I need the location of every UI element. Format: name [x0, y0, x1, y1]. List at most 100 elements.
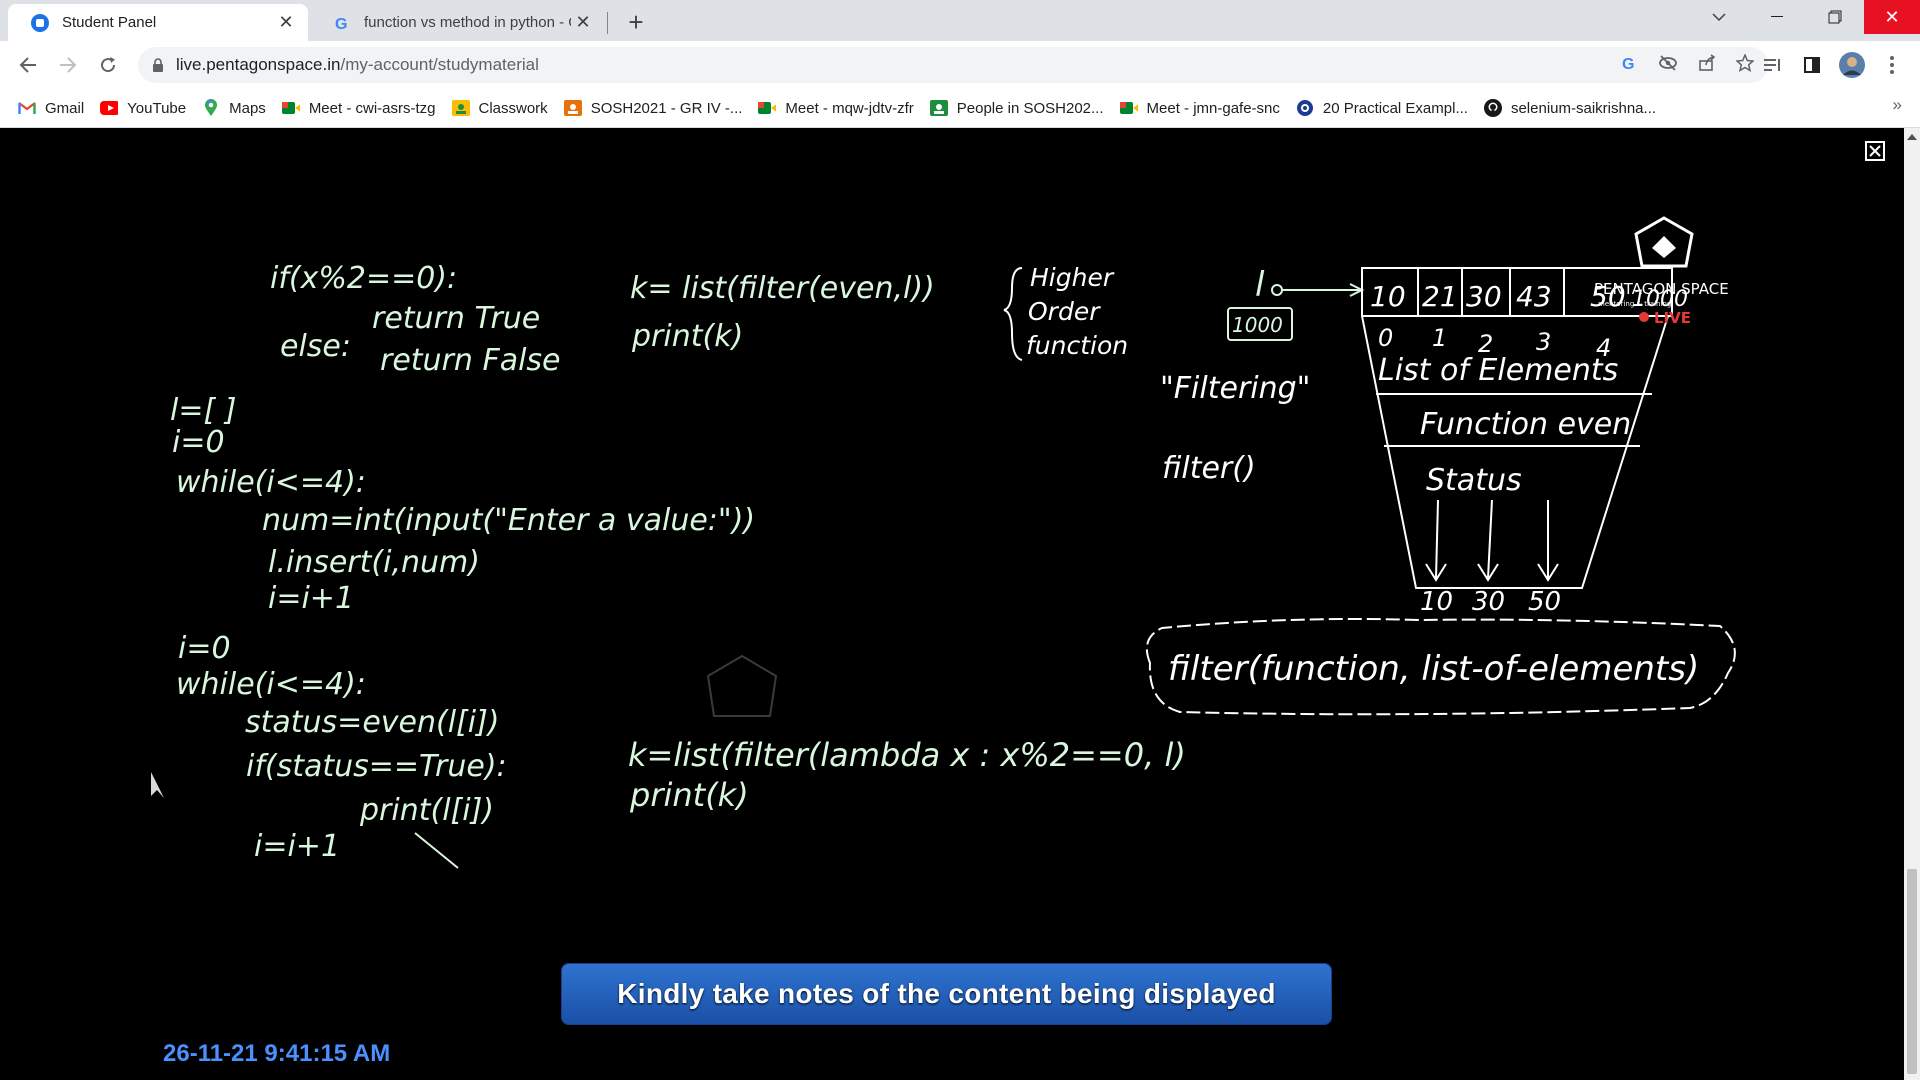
- code-line: l=[ ]: [170, 393, 236, 428]
- pentagon-space-logo: [1634, 216, 1694, 268]
- classroom-icon: [451, 99, 470, 117]
- notes-banner: Kindly take notes of the content being d…: [561, 963, 1332, 1025]
- scrollbar-thumb[interactable]: [1907, 869, 1917, 1074]
- mouse-pointer-icon: [151, 772, 164, 798]
- restore-button[interactable]: [1806, 0, 1864, 34]
- minimize-button[interactable]: [1748, 0, 1806, 34]
- bookmark-meet-1[interactable]: Meet - cwi-asrs-tzg: [274, 94, 444, 122]
- bookmark-practical-examples[interactable]: 20 Practical Exampl...: [1288, 94, 1476, 122]
- bookmark-label: 20 Practical Exampl...: [1322, 99, 1468, 117]
- tab-function-vs-method[interactable]: G function vs method in python - G ✕: [310, 4, 605, 41]
- filter-syntax: filter(function, list-of-elements): [1168, 649, 1699, 689]
- bookmark-youtube[interactable]: YouTube: [92, 94, 194, 122]
- bookmarks-bar: Gmail YouTube Maps Meet - cwi-asrs-tzg C…: [0, 89, 1920, 128]
- google-favicon-icon: G: [332, 13, 352, 33]
- share-icon[interactable]: [1698, 53, 1716, 77]
- array-value: 10: [1370, 280, 1406, 313]
- funnel-row: Function even: [1420, 407, 1631, 442]
- classroom-icon: [929, 99, 948, 117]
- code-line: i=i+1: [254, 829, 340, 864]
- meet-icon: [281, 99, 300, 117]
- bookmark-sosh2021[interactable]: SOSH2021 - GR IV -...: [556, 94, 751, 122]
- watermark-logo: [706, 654, 778, 717]
- eye-slash-icon[interactable]: [1658, 54, 1678, 76]
- svg-text:G: G: [335, 16, 347, 32]
- bookmark-label: YouTube: [127, 99, 187, 117]
- bookmark-meet-3[interactable]: Meet - jmn-gafe-snc: [1112, 94, 1288, 122]
- lock-icon[interactable]: [152, 57, 164, 73]
- code-line: status=even(l[i]): [245, 705, 500, 740]
- close-window-button[interactable]: ✕: [1864, 0, 1920, 34]
- code-line: return True: [372, 301, 540, 336]
- output-value: 30: [1472, 587, 1505, 617]
- url-text: live.pentagonspace.in/my-account/studyma…: [176, 55, 539, 75]
- maps-icon: [202, 99, 220, 117]
- menu-kebab-icon[interactable]: [1876, 49, 1908, 81]
- bookmark-people-sosh[interactable]: People in SOSH202...: [922, 94, 1112, 122]
- bookmark-classwork[interactable]: Classwork: [444, 94, 556, 122]
- student-panel-favicon-icon: [30, 13, 50, 33]
- bookmark-meet-2[interactable]: Meet - mqw-jdtv-zfr: [750, 94, 921, 122]
- bookmark-label: People in SOSH202...: [956, 99, 1104, 117]
- bookmark-maps[interactable]: Maps: [194, 94, 274, 122]
- bookmark-label: Maps: [229, 99, 266, 117]
- tab-search-chevron-down-icon[interactable]: [1690, 0, 1748, 34]
- code-line: if(status==True):: [246, 749, 507, 784]
- video-player[interactable]: if(x%2==0): return True else: return Fal…: [0, 128, 1904, 1080]
- browser-toolbar: live.pentagonspace.in/my-account/studyma…: [0, 41, 1920, 89]
- funnel-row: List of Elements: [1378, 353, 1618, 388]
- array-index: 3: [1536, 328, 1551, 356]
- bookmark-label: Meet - mqw-jdtv-zfr: [785, 99, 914, 117]
- code-line: while(i<=4):: [176, 667, 366, 702]
- code-line: else:: [280, 329, 351, 364]
- side-panel-icon[interactable]: [1796, 49, 1828, 81]
- more-bookmarks-button[interactable]: »: [1893, 95, 1902, 115]
- tab-title: function vs method in python - G: [364, 14, 571, 31]
- close-tab-icon[interactable]: ✕: [274, 11, 298, 35]
- bookmark-label: Classwork: [478, 99, 548, 117]
- profile-avatar[interactable]: [1836, 49, 1868, 81]
- bookmark-gmail[interactable]: Gmail: [10, 94, 92, 122]
- code-line: i=0: [172, 425, 225, 460]
- bookmark-label: Meet - jmn-gafe-snc: [1146, 99, 1280, 117]
- live-dot-icon: [1639, 312, 1649, 322]
- brand-tagline: mentoring & training: [1598, 300, 1671, 308]
- code-line: i=i+1: [268, 581, 354, 616]
- tab-strip: Student Panel ✕ G function vs method in …: [0, 0, 1920, 41]
- scroll-up-arrow-icon[interactable]: [1907, 134, 1917, 140]
- bookmark-selenium[interactable]: selenium-saikrishna...: [1476, 94, 1664, 122]
- tab-separator: [607, 12, 608, 34]
- code-line: while(i<=4):: [176, 465, 366, 500]
- live-badge: LIVE: [1654, 309, 1691, 327]
- list-address: 1000: [1232, 313, 1283, 337]
- code-line: k=list(filter(lambda x : x%2==0, l): [628, 736, 1186, 774]
- bookmark-label: selenium-saikrishna...: [1510, 99, 1657, 117]
- back-arrow-icon[interactable]: [12, 49, 44, 81]
- page-scrollbar[interactable]: [1904, 128, 1920, 1080]
- address-bar[interactable]: live.pentagonspace.in/my-account/studyma…: [138, 47, 1768, 83]
- bookmark-label: Meet - cwi-asrs-tzg: [308, 99, 436, 117]
- tab-student-panel[interactable]: Student Panel ✕: [8, 4, 308, 41]
- bookmark-star-icon[interactable]: [1735, 52, 1755, 77]
- bookmark-label: Gmail: [45, 99, 85, 117]
- filter-function-label: filter(): [1162, 451, 1256, 486]
- code-line: print(k): [629, 776, 749, 814]
- output-value: 50: [1528, 587, 1561, 617]
- reading-list-icon[interactable]: [1756, 49, 1788, 81]
- list-variable-label: l: [1255, 265, 1265, 305]
- site-icon: [1296, 99, 1314, 117]
- google-lens-icon[interactable]: G: [1620, 54, 1638, 77]
- new-tab-button[interactable]: +: [622, 7, 650, 37]
- output-value: 10: [1420, 587, 1453, 617]
- brand-name: PENTAGON SPACE: [1594, 280, 1729, 298]
- code-line: print(l[i]): [359, 793, 494, 828]
- meet-icon: [758, 99, 777, 117]
- reload-icon[interactable]: [92, 49, 124, 81]
- banner-text: Kindly take notes of the content being d…: [617, 978, 1276, 1009]
- gmail-icon: [18, 99, 36, 117]
- forward-arrow-icon[interactable]: [52, 49, 84, 81]
- filtering-label: "Filtering": [1160, 371, 1310, 406]
- fullscreen-icon[interactable]: [1864, 140, 1886, 162]
- close-tab-icon[interactable]: ✕: [571, 11, 595, 35]
- array-value: 21: [1422, 280, 1458, 313]
